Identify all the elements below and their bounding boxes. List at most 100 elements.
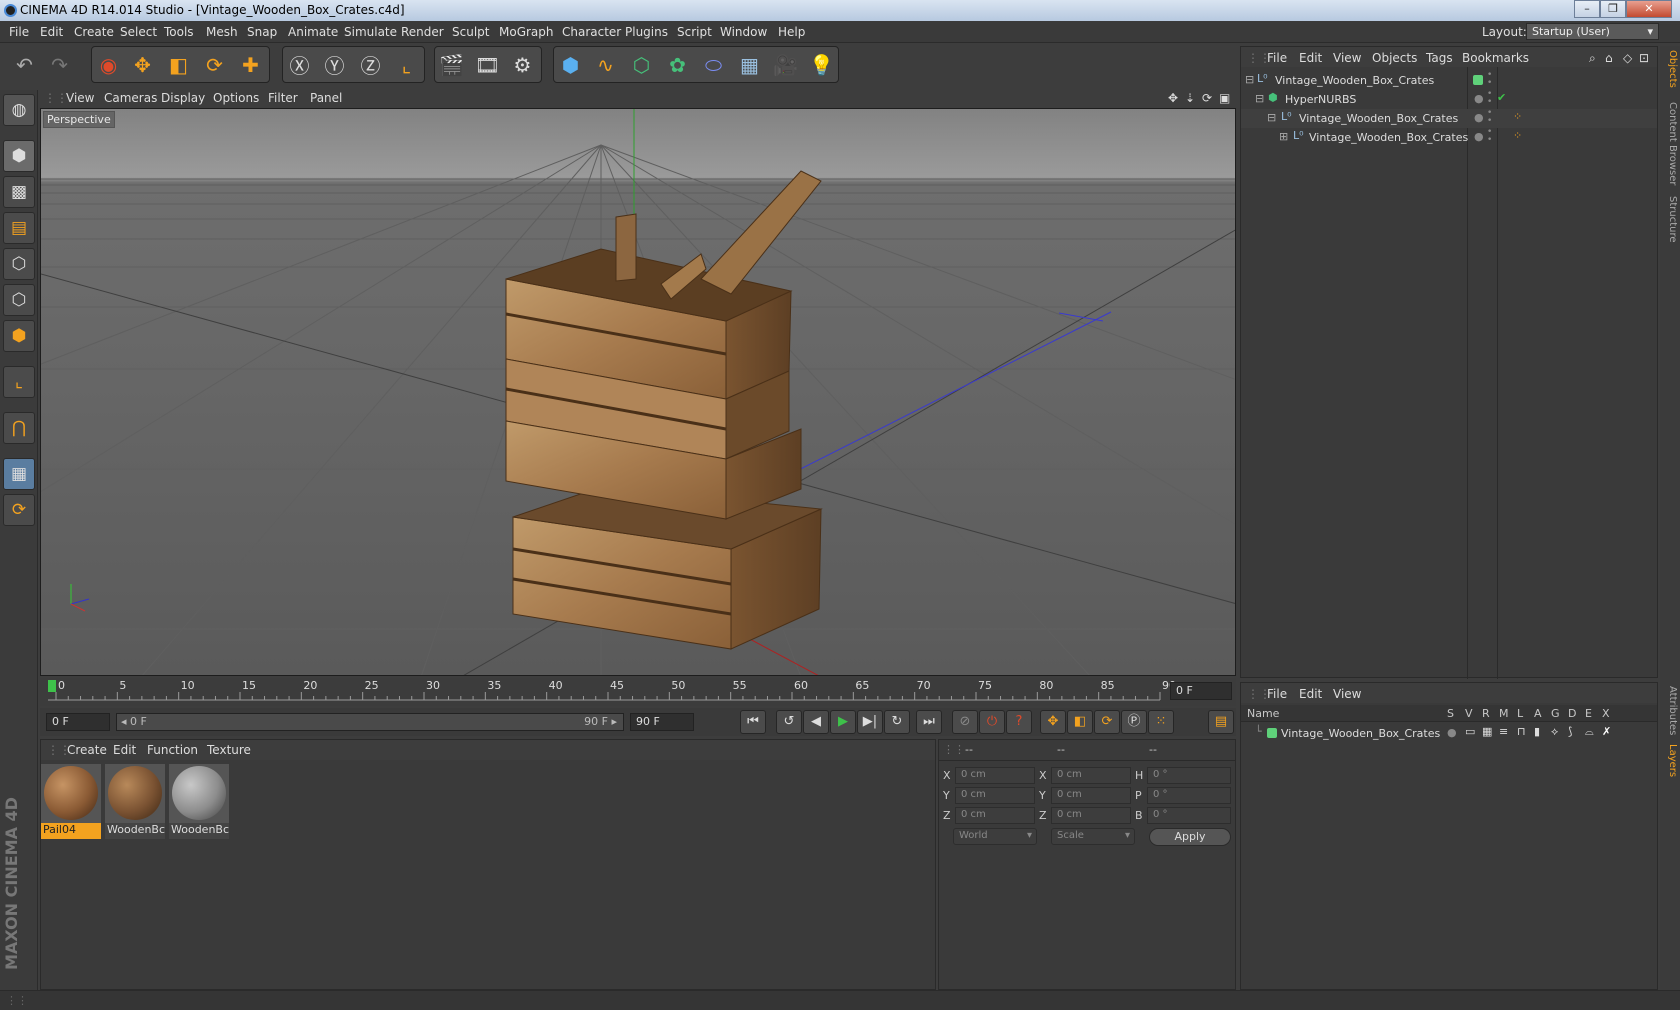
scene-icon[interactable]: ▦ — [733, 48, 766, 81]
generators-icon[interactable]: ⟡ — [1551, 725, 1558, 739]
expand-icon[interactable]: ⊞ — [1279, 130, 1288, 143]
light-icon[interactable]: 💡 — [805, 48, 838, 81]
viewport-menu-view[interactable]: View — [66, 91, 94, 105]
texture-mode-icon[interactable]: ▩ — [3, 176, 35, 208]
viewport-menu-display[interactable]: Display — [161, 91, 205, 105]
lock-icon[interactable]: ⊓ — [1517, 725, 1526, 738]
manager-icon[interactable]: ≡ — [1499, 725, 1508, 738]
workplane-mode-icon[interactable]: ▤ — [3, 212, 35, 244]
tab-attributes[interactable]: Attributes — [1662, 686, 1678, 735]
solo-icon[interactable]: ● — [1447, 726, 1457, 739]
edges-mode-icon[interactable]: ⬡ — [3, 284, 35, 316]
column-render[interactable]: R — [1482, 707, 1490, 720]
object-menu-tags[interactable]: Tags — [1426, 51, 1453, 65]
model-mode-icon[interactable]: ⬢ — [3, 140, 35, 172]
menu-edit[interactable]: Edit — [40, 25, 63, 39]
tab-layers[interactable]: Layers — [1662, 744, 1678, 777]
y-axis-icon[interactable]: Ⓨ — [318, 48, 351, 81]
menu-tools[interactable]: Tools — [164, 25, 194, 39]
column-solo[interactable]: S — [1447, 707, 1454, 720]
locked-workplane-icon[interactable]: ▦ — [3, 458, 35, 490]
spline-icon[interactable]: ∿ — [589, 48, 622, 81]
layer-menu-file[interactable]: File — [1267, 687, 1287, 701]
column-manager[interactable]: M — [1499, 707, 1509, 720]
rotate-icon[interactable]: ⟳ — [198, 48, 231, 81]
layer-color-swatch[interactable] — [1473, 75, 1483, 85]
camera-icon[interactable]: 🎥 — [769, 48, 802, 81]
visibility-dots[interactable]: • • — [1487, 90, 1492, 107]
viewport-maximize-icon[interactable]: ▣ — [1219, 91, 1230, 105]
phong-tag-icon[interactable]: ⁘ — [1513, 129, 1522, 142]
snap-magnet-icon[interactable]: ⋂ — [3, 412, 35, 444]
viewport-menu-panel[interactable]: Panel — [310, 91, 342, 105]
deformers-icon[interactable]: ⟆ — [1568, 725, 1572, 738]
apply-button[interactable]: Apply — [1149, 828, 1231, 846]
go-to-start-icon[interactable]: ⏮ — [740, 710, 766, 734]
menu-render[interactable]: Render — [401, 25, 444, 39]
object-menu-edit[interactable]: Edit — [1299, 51, 1322, 65]
xref-icon[interactable]: ✗ — [1602, 725, 1611, 738]
viewport-move-icon[interactable]: ✥ — [1168, 91, 1178, 105]
menu-file[interactable]: File — [9, 25, 29, 39]
viewport-menu-cameras[interactable]: Cameras — [104, 91, 157, 105]
object-row[interactable]: ⊞ L⁰ Vintage_Wooden_Box_Crates ● • • ⁘ — [1241, 128, 1657, 147]
z-axis-icon[interactable]: Ⓩ — [354, 48, 387, 81]
polygons-mode-icon[interactable]: ⬢ — [3, 320, 35, 352]
column-view[interactable]: V — [1465, 707, 1473, 720]
keyframe-selection-icon[interactable]: ? — [1006, 710, 1032, 734]
visibility-dot[interactable]: ● — [1474, 92, 1484, 105]
menu-animate[interactable]: Animate — [288, 25, 338, 39]
enabled-check-icon[interactable]: ✔ — [1497, 91, 1506, 104]
key-pla-icon[interactable]: ⁙ — [1148, 710, 1174, 734]
material-menu-edit[interactable]: Edit — [113, 743, 136, 757]
points-mode-icon[interactable]: ⬡ — [3, 248, 35, 280]
menu-mesh[interactable]: Mesh — [206, 25, 238, 39]
array-icon[interactable]: ✿ — [661, 48, 694, 81]
collapse-icon[interactable]: ⊟ — [1255, 92, 1264, 105]
tab-objects[interactable]: Objects — [1662, 50, 1678, 88]
frame-range-slider[interactable]: ◂ 0 F 90 F ▸ — [116, 713, 624, 731]
object-menu-file[interactable]: File — [1267, 51, 1287, 65]
add-icon[interactable]: ✚ — [234, 48, 267, 81]
visibility-dot[interactable]: ● — [1474, 111, 1484, 124]
column-deformers[interactable]: D — [1568, 707, 1576, 720]
deformer-icon[interactable]: ⬭ — [697, 48, 730, 81]
menu-mograph[interactable]: MoGraph — [499, 25, 554, 39]
menu-snap[interactable]: Snap — [247, 25, 277, 39]
previous-frame-icon[interactable]: ◀ — [803, 710, 829, 734]
key-parameter-icon[interactable]: Ⓟ — [1121, 710, 1147, 734]
go-to-end-icon[interactable]: ⏭ — [916, 710, 942, 734]
size-y-field[interactable]: 0 cm — [1051, 787, 1131, 804]
viewport-menu-options[interactable]: Options — [213, 91, 259, 105]
viewport-rotate-icon[interactable]: ⟳ — [1202, 91, 1212, 105]
x-axis-icon[interactable]: Ⓧ — [283, 48, 316, 81]
object-row[interactable]: ⊟ L⁰ Vintage_Wooden_Box_Crates ● • • ⁘ — [1241, 109, 1657, 128]
material-menu-texture[interactable]: Texture — [207, 743, 251, 757]
current-frame-field[interactable]: 0 F — [1170, 682, 1232, 700]
live-selection-icon[interactable]: ◉ — [92, 48, 125, 81]
object-menu-bookmarks[interactable]: Bookmarks — [1462, 51, 1529, 65]
cube-icon[interactable]: ⬢ — [554, 48, 587, 81]
menu-help[interactable]: Help — [778, 25, 805, 39]
position-x-field[interactable]: 0 cm — [955, 767, 1035, 784]
visibility-dot[interactable]: ● — [1474, 130, 1484, 143]
rotation-b-field[interactable]: 0 ° — [1147, 807, 1231, 824]
key-rotation-icon[interactable]: ⟳ — [1094, 710, 1120, 734]
material-menu-function[interactable]: Function — [147, 743, 198, 757]
render-settings-icon[interactable]: ⚙ — [506, 48, 539, 81]
tab-content-browser[interactable]: Content Browser — [1662, 102, 1678, 185]
phong-tag-icon[interactable]: ⁘ — [1513, 110, 1522, 123]
play-icon[interactable]: ▶ — [830, 710, 856, 734]
record-keys-icon[interactable]: ⊘ — [952, 710, 978, 734]
close-button[interactable]: ✕ — [1626, 0, 1672, 18]
position-y-field[interactable]: 0 cm — [955, 787, 1035, 804]
collapse-icon[interactable]: ⊟ — [1267, 111, 1276, 124]
new-window-icon[interactable]: ⊡ — [1639, 51, 1649, 65]
menu-script[interactable]: Script — [677, 25, 712, 39]
coordinate-system-icon[interactable]: ⌞ — [390, 48, 423, 81]
material-swatch[interactable]: WoodenBc — [105, 764, 165, 839]
expressions-icon[interactable]: ⌓ — [1585, 725, 1594, 739]
back-icon[interactable]: ◇ — [1623, 51, 1632, 65]
size-z-field[interactable]: 0 cm — [1051, 807, 1131, 824]
size-mode-dropdown[interactable]: Scale ▾ — [1051, 828, 1135, 845]
